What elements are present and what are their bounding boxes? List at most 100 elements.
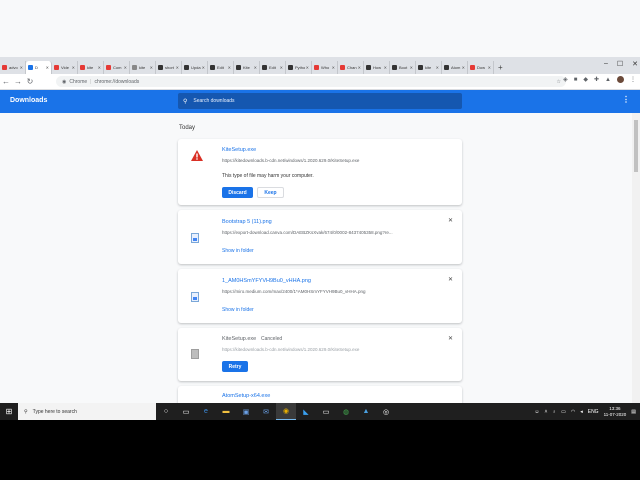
cortana-icon[interactable]: ○ [156, 403, 176, 420]
extensions-puzzle-icon[interactable]: ✚ [594, 76, 599, 83]
vscode-icon[interactable]: ◣ [296, 403, 316, 420]
tab-close-icon[interactable]: ✕ [176, 65, 179, 70]
tab-close-icon[interactable]: ✕ [98, 65, 101, 70]
back-icon[interactable]: ← [0, 77, 12, 86]
language-indicator[interactable]: ENG [588, 409, 599, 415]
notifications-icon[interactable]: ▤ [631, 409, 636, 415]
obs-icon[interactable]: ◎ [376, 403, 396, 420]
tab-close-icon[interactable]: ✕ [72, 65, 75, 70]
battery-icon[interactable]: ▭ [561, 409, 566, 415]
browser-tab[interactable]: advo ✕ [0, 61, 26, 74]
tab-close-icon[interactable]: ✕ [202, 65, 205, 70]
search-input[interactable] [193, 98, 434, 104]
windows-start-icon[interactable]: ⊞ [0, 403, 18, 420]
discard-button[interactable]: Discard [222, 187, 253, 198]
tab-favicon-icon [392, 65, 397, 70]
browser-tab[interactable]: Boot ✕ [390, 61, 416, 74]
bookmark-star-icon[interactable]: ☆ [557, 79, 561, 85]
close-window-button[interactable]: ✕ [632, 60, 638, 68]
tab-close-icon[interactable]: ✕ [124, 65, 127, 70]
tray-chevron-icon[interactable]: ˄ [544, 409, 547, 415]
people-icon[interactable]: ☺ [534, 409, 539, 415]
download-url[interactable]: https://kitedownloads.b-cdn.net/windows/… [222, 158, 432, 163]
tab-close-icon[interactable]: ✕ [228, 65, 231, 70]
anaconda-icon[interactable]: ◍ [336, 403, 356, 420]
chrome-menu-icon[interactable]: ⋮ [630, 76, 636, 83]
tab-close-icon[interactable]: ✕ [150, 65, 153, 70]
browser-tab[interactable]: short ✕ [156, 61, 182, 74]
remove-download-icon[interactable]: ✕ [448, 276, 453, 283]
search-box[interactable]: ⚲ [178, 93, 462, 109]
tab-close-icon[interactable]: ✕ [488, 65, 491, 70]
download-url[interactable]: https://miro.medium.com/max/2400/1*AM0HS… [222, 289, 432, 294]
clock[interactable]: 13:36 11-07-2020 [604, 406, 627, 418]
minimize-button[interactable]: – [604, 60, 608, 68]
photos-icon[interactable]: ▲ [356, 403, 376, 420]
tab-close-icon[interactable]: ✕ [306, 65, 309, 70]
browser-tab[interactable]: Chan ✕ [338, 61, 364, 74]
extension-icon-4[interactable]: ▲ [605, 77, 611, 83]
volume-icon[interactable]: ◂ [580, 409, 583, 415]
store-icon[interactable]: ▣ [236, 403, 256, 420]
download-file-name[interactable]: 1_AM0HSmYFYVH9Bu0_vHHA.png [222, 278, 311, 284]
browser-tab[interactable]: kite ✕ [130, 61, 156, 74]
task-view-icon[interactable]: ▭ [176, 403, 196, 420]
browser-tab[interactable]: Upda ✕ [182, 61, 208, 74]
tab-close-icon[interactable]: ✕ [20, 65, 23, 70]
browser-tab[interactable]: Edit ✕ [260, 61, 286, 74]
download-url[interactable]: https://export-download.canva.com/DAEBZK… [222, 230, 432, 235]
browser-tab[interactable]: Vide ✕ [52, 61, 78, 74]
new-tab-button[interactable]: + [498, 61, 503, 74]
tab-close-icon[interactable]: ✕ [436, 65, 439, 70]
download-file-name[interactable]: Bootstrap 5 (11).png [222, 219, 272, 225]
download-file-name[interactable]: KiteSetup.exe [222, 147, 256, 153]
tab-close-icon[interactable]: ✕ [462, 65, 465, 70]
tab-close-icon[interactable]: ✕ [46, 65, 49, 70]
download-file-name[interactable]: AtomSetup-x64.exe [222, 393, 270, 399]
browser-tab[interactable]: Atom ✕ [442, 61, 468, 74]
mail-icon[interactable]: ✉ [256, 403, 276, 420]
show-in-folder-link[interactable]: Show in folder [222, 248, 254, 254]
browser-tab[interactable]: How ✕ [364, 61, 390, 74]
scrollbar-thumb[interactable] [634, 120, 638, 172]
browser-tab[interactable]: kite ✕ [78, 61, 104, 74]
forward-icon[interactable]: → [12, 77, 24, 86]
tab-label: Com [113, 65, 122, 70]
tab-close-icon[interactable]: ✕ [358, 65, 361, 70]
extension-icon-2[interactable]: ■ [574, 77, 578, 83]
more-actions-icon[interactable]: ⋮ [622, 95, 630, 104]
show-in-folder-link[interactable]: Show in folder [222, 307, 254, 313]
browser-tab[interactable]: Pytho ✕ [286, 61, 312, 74]
taskbar-search[interactable]: ⚲ Type here to search [18, 403, 156, 420]
terminal-icon[interactable]: ▭ [316, 403, 336, 420]
download-url[interactable]: https://kitedownloads.b-cdn.net/windows/… [222, 347, 432, 352]
browser-tab[interactable]: kite ✕ [416, 61, 442, 74]
network-icon[interactable]: ◠ [571, 409, 575, 415]
browser-tab[interactable]: Edit ✕ [208, 61, 234, 74]
tab-close-icon[interactable]: ✕ [384, 65, 387, 70]
browser-tab[interactable]: Who ✕ [312, 61, 338, 74]
remove-download-icon[interactable]: ✕ [448, 335, 453, 342]
tab-close-icon[interactable]: ✕ [332, 65, 335, 70]
extension-icon-1[interactable]: ◈ [563, 76, 568, 83]
reload-icon[interactable]: ↻ [24, 77, 36, 86]
browser-tab[interactable]: Dow ✕ [468, 61, 494, 74]
address-bar[interactable]: ◉ Chrome | chrome://downloads ☆ [56, 76, 566, 87]
maximize-button[interactable]: ☐ [617, 60, 623, 68]
keep-button[interactable]: Keep [257, 187, 284, 198]
tab-close-icon[interactable]: ✕ [254, 65, 257, 70]
browser-tab[interactable]: Com ✕ [104, 61, 130, 74]
retry-button[interactable]: Retry [222, 361, 248, 372]
tab-close-icon[interactable]: ✕ [280, 65, 283, 70]
extension-icon-3[interactable]: ◆ [583, 76, 588, 83]
profile-avatar[interactable] [617, 76, 624, 83]
remove-download-icon[interactable]: ✕ [448, 217, 453, 224]
browser-tab[interactable]: D ✕ [26, 61, 52, 74]
microphone-icon[interactable]: ♁ [552, 409, 556, 415]
edge-icon[interactable]: e [196, 403, 216, 420]
tab-close-icon[interactable]: ✕ [410, 65, 413, 70]
tab-favicon-icon [236, 65, 241, 70]
browser-tab[interactable]: Kite ✕ [234, 61, 260, 74]
file-explorer-icon[interactable]: ▬ [216, 403, 236, 420]
chrome-taskbar-icon[interactable]: ◉ [276, 403, 296, 420]
